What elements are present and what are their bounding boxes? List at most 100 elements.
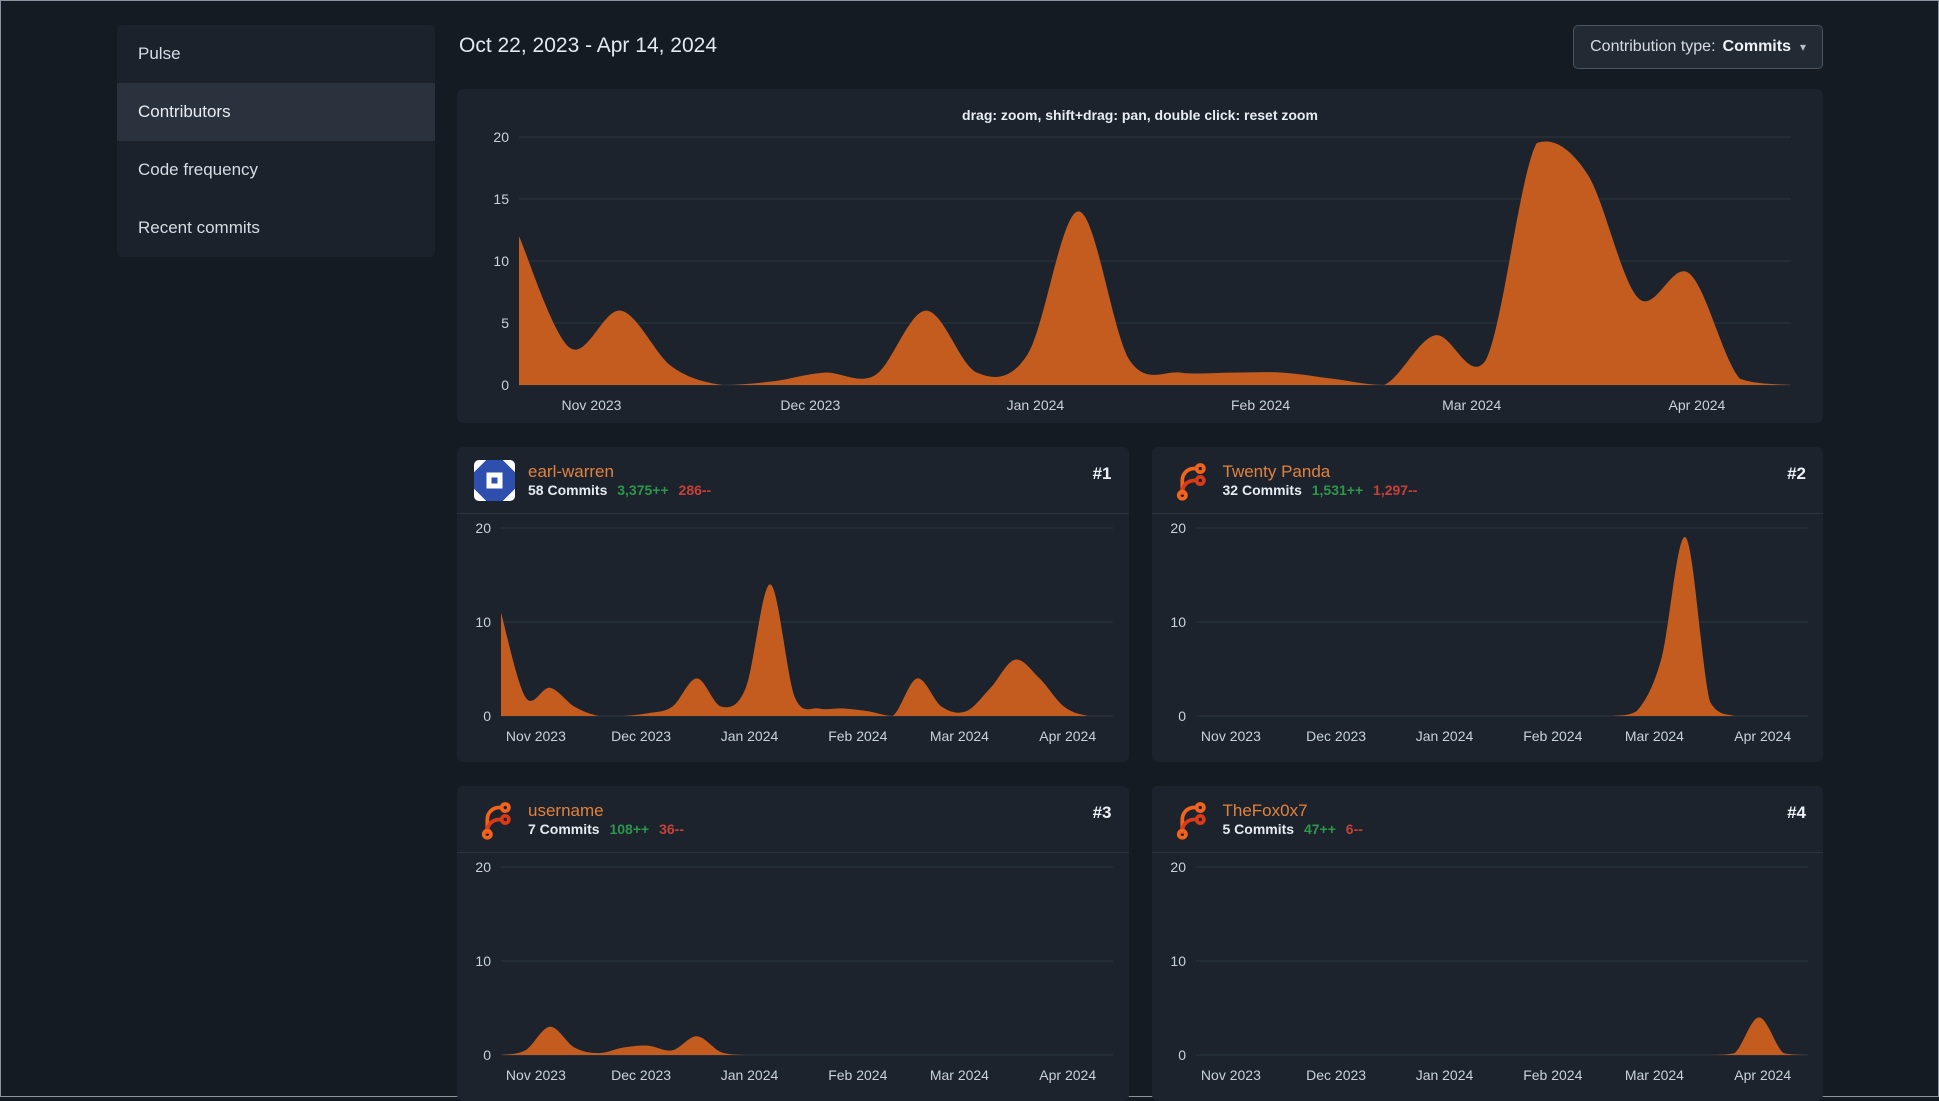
contributor-activity-chart[interactable]: 0 10 20 Nov 2023 Dec 2023 Jan 2024 Feb 2024 Mar… — [1152, 855, 1824, 1089]
svg-text:Nov 2023: Nov 2023 — [1200, 728, 1260, 744]
deletions-count: 36-- — [659, 820, 684, 837]
svg-text:Mar 2024: Mar 2024 — [1442, 397, 1501, 413]
sidebar-item-contributors[interactable]: Contributors — [117, 83, 435, 141]
svg-text:Feb 2024: Feb 2024 — [828, 1067, 887, 1083]
identicon-image — [474, 460, 515, 501]
contributor-cards-grid: earl-warren 58 Commits 3,375++ 286-- #1 … — [457, 447, 1823, 1101]
deletions-count: 6-- — [1345, 820, 1363, 837]
svg-text:Dec 2023: Dec 2023 — [780, 397, 840, 413]
svg-text:Nov 2023: Nov 2023 — [506, 1067, 566, 1083]
forgejo-logo-icon — [1176, 463, 1206, 501]
commit-count: 7 Commits — [528, 820, 600, 837]
contributor-name-link[interactable]: earl-warren — [528, 462, 711, 482]
additions-count: 3,375++ — [617, 481, 669, 498]
svg-text:0: 0 — [1178, 708, 1186, 724]
contributions-overview-chart[interactable]: 0 5 10 15 20 Nov 2023 Dec 2023 Jan 2024 Feb 2024… — [473, 125, 1807, 419]
contributor-card-1: earl-warren 58 Commits 3,375++ 286-- #1 … — [457, 447, 1129, 762]
svg-text:Apr 2024: Apr 2024 — [1039, 728, 1096, 744]
svg-text:Feb 2024: Feb 2024 — [1523, 728, 1582, 744]
svg-text:Jan 2024: Jan 2024 — [721, 728, 779, 744]
sidebar-item-recent-commits[interactable]: Recent commits — [117, 199, 435, 257]
contributor-name-link[interactable]: TheFox0x7 — [1223, 801, 1363, 821]
additions-count: 47++ — [1303, 820, 1336, 837]
forgejo-logo-icon — [481, 802, 511, 840]
sidebar-item-code-frequency[interactable]: Code frequency — [117, 141, 435, 199]
contributor-card-header: earl-warren 58 Commits 3,375++ 286-- #1 — [457, 447, 1129, 514]
contributor-rank-badge: #1 — [1092, 464, 1112, 483]
svg-text:Apr 2024: Apr 2024 — [1039, 1067, 1096, 1083]
svg-text:Dec 2023: Dec 2023 — [1306, 1067, 1366, 1083]
contributor-avatar[interactable] — [1169, 460, 1210, 501]
svg-text:Jan 2024: Jan 2024 — [1007, 397, 1065, 413]
svg-text:0: 0 — [501, 377, 509, 393]
contributor-avatar[interactable] — [1169, 799, 1210, 840]
deletions-count: 286-- — [678, 481, 712, 498]
contributor-rank-badge: #4 — [1787, 803, 1806, 822]
svg-text:20: 20 — [1170, 859, 1186, 875]
svg-text:Apr 2024: Apr 2024 — [1734, 1067, 1791, 1083]
svg-text:0: 0 — [483, 1047, 491, 1063]
contributor-avatar[interactable] — [474, 460, 515, 501]
contributor-name-link[interactable]: username — [528, 801, 684, 821]
svg-text:10: 10 — [1170, 614, 1186, 630]
svg-text:10: 10 — [475, 614, 491, 630]
svg-text:10: 10 — [1170, 953, 1186, 969]
svg-text:10: 10 — [493, 253, 509, 269]
chart-zoom-hint: drag: zoom, shift+drag: pan, double clic… — [962, 107, 1318, 123]
main-content: Oct 22, 2023 - Apr 14, 2024 Contribution… — [457, 25, 1823, 1101]
sidebar-item-pulse[interactable]: Pulse — [117, 25, 435, 83]
svg-text:Feb 2024: Feb 2024 — [1231, 397, 1290, 413]
svg-text:0: 0 — [1178, 1047, 1186, 1063]
svg-text:20: 20 — [475, 859, 491, 875]
contributor-stats: 7 Commits 108++ 36-- — [528, 821, 684, 837]
header-row: Oct 22, 2023 - Apr 14, 2024 Contribution… — [457, 25, 1823, 69]
svg-text:Mar 2024: Mar 2024 — [930, 1067, 989, 1083]
contributor-card-header: TheFox0x7 5 Commits 47++ 6-- #4 — [1151, 786, 1823, 853]
svg-text:10: 10 — [475, 953, 491, 969]
svg-text:Nov 2023: Nov 2023 — [506, 728, 566, 744]
svg-text:15: 15 — [493, 191, 509, 207]
forgejo-logo-icon — [1176, 802, 1206, 840]
deletions-count: 1,297-- — [1373, 481, 1418, 498]
svg-text:Feb 2024: Feb 2024 — [1523, 1067, 1582, 1083]
contributor-activity-chart[interactable]: 0 10 20 Nov 2023 Dec 2023 Jan 2024 Feb 2024 Mar… — [1152, 516, 1824, 750]
additions-count: 108++ — [609, 820, 650, 837]
contributor-avatar[interactable] — [474, 799, 515, 840]
activity-sidebar: Pulse Contributors Code frequency Recent… — [117, 25, 435, 1101]
contributor-rank-badge: #3 — [1092, 803, 1112, 822]
svg-text:Jan 2024: Jan 2024 — [1415, 728, 1473, 744]
svg-text:Nov 2023: Nov 2023 — [562, 397, 622, 413]
contributor-card-header: Twenty Panda 32 Commits 1,531++ 1,297-- … — [1151, 447, 1823, 514]
svg-text:20: 20 — [1170, 520, 1186, 536]
contributor-rank-badge: #2 — [1787, 464, 1806, 483]
svg-text:0: 0 — [483, 708, 491, 724]
svg-text:Dec 2023: Dec 2023 — [611, 1067, 671, 1083]
svg-text:Jan 2024: Jan 2024 — [721, 1067, 779, 1083]
svg-text:Dec 2023: Dec 2023 — [611, 728, 671, 744]
contribution-type-label: Contribution type: — [1590, 38, 1716, 55]
contributor-meta: username 7 Commits 108++ 36-- — [528, 801, 684, 839]
svg-text:Mar 2024: Mar 2024 — [1624, 728, 1683, 744]
contributor-activity-chart[interactable]: 0 10 20 Nov 2023 Dec 2023 Jan 2024 Feb 2024 Mar… — [457, 855, 1129, 1089]
contributor-stats: 58 Commits 3,375++ 286-- — [528, 482, 711, 498]
svg-text:20: 20 — [475, 520, 491, 536]
svg-text:Apr 2024: Apr 2024 — [1668, 397, 1725, 413]
commit-count: 5 Commits — [1222, 820, 1295, 837]
contributor-name-link[interactable]: Twenty Panda — [1223, 462, 1418, 482]
svg-text:Nov 2023: Nov 2023 — [1200, 1067, 1260, 1083]
contribution-type-dropdown[interactable]: Contribution type: Commits ▾ — [1573, 25, 1823, 69]
contributor-meta: earl-warren 58 Commits 3,375++ 286-- — [528, 462, 711, 500]
svg-text:Mar 2024: Mar 2024 — [1624, 1067, 1683, 1083]
svg-text:Mar 2024: Mar 2024 — [930, 728, 989, 744]
activity-menu: Pulse Contributors Code frequency Recent… — [117, 25, 435, 257]
caret-down-icon: ▾ — [1799, 40, 1806, 54]
svg-text:20: 20 — [493, 129, 509, 145]
svg-text:Jan 2024: Jan 2024 — [1415, 1067, 1473, 1083]
page-layout: Pulse Contributors Code frequency Recent… — [0, 0, 1939, 1101]
date-range-title: Oct 22, 2023 - Apr 14, 2024 — [459, 34, 718, 57]
contributor-meta: TheFox0x7 5 Commits 47++ 6-- — [1223, 801, 1363, 839]
contributor-card-2: Twenty Panda 32 Commits 1,531++ 1,297-- … — [1151, 447, 1824, 762]
contributor-activity-chart[interactable]: 0 10 20 Nov 2023 Dec 2023 Jan 2024 Feb 2024 Mar… — [457, 516, 1129, 750]
contributor-card-3: username 7 Commits 108++ 36-- #3 0 10 20 No… — [457, 786, 1129, 1101]
overview-chart-panel: drag: zoom, shift+drag: pan, double clic… — [457, 89, 1823, 423]
